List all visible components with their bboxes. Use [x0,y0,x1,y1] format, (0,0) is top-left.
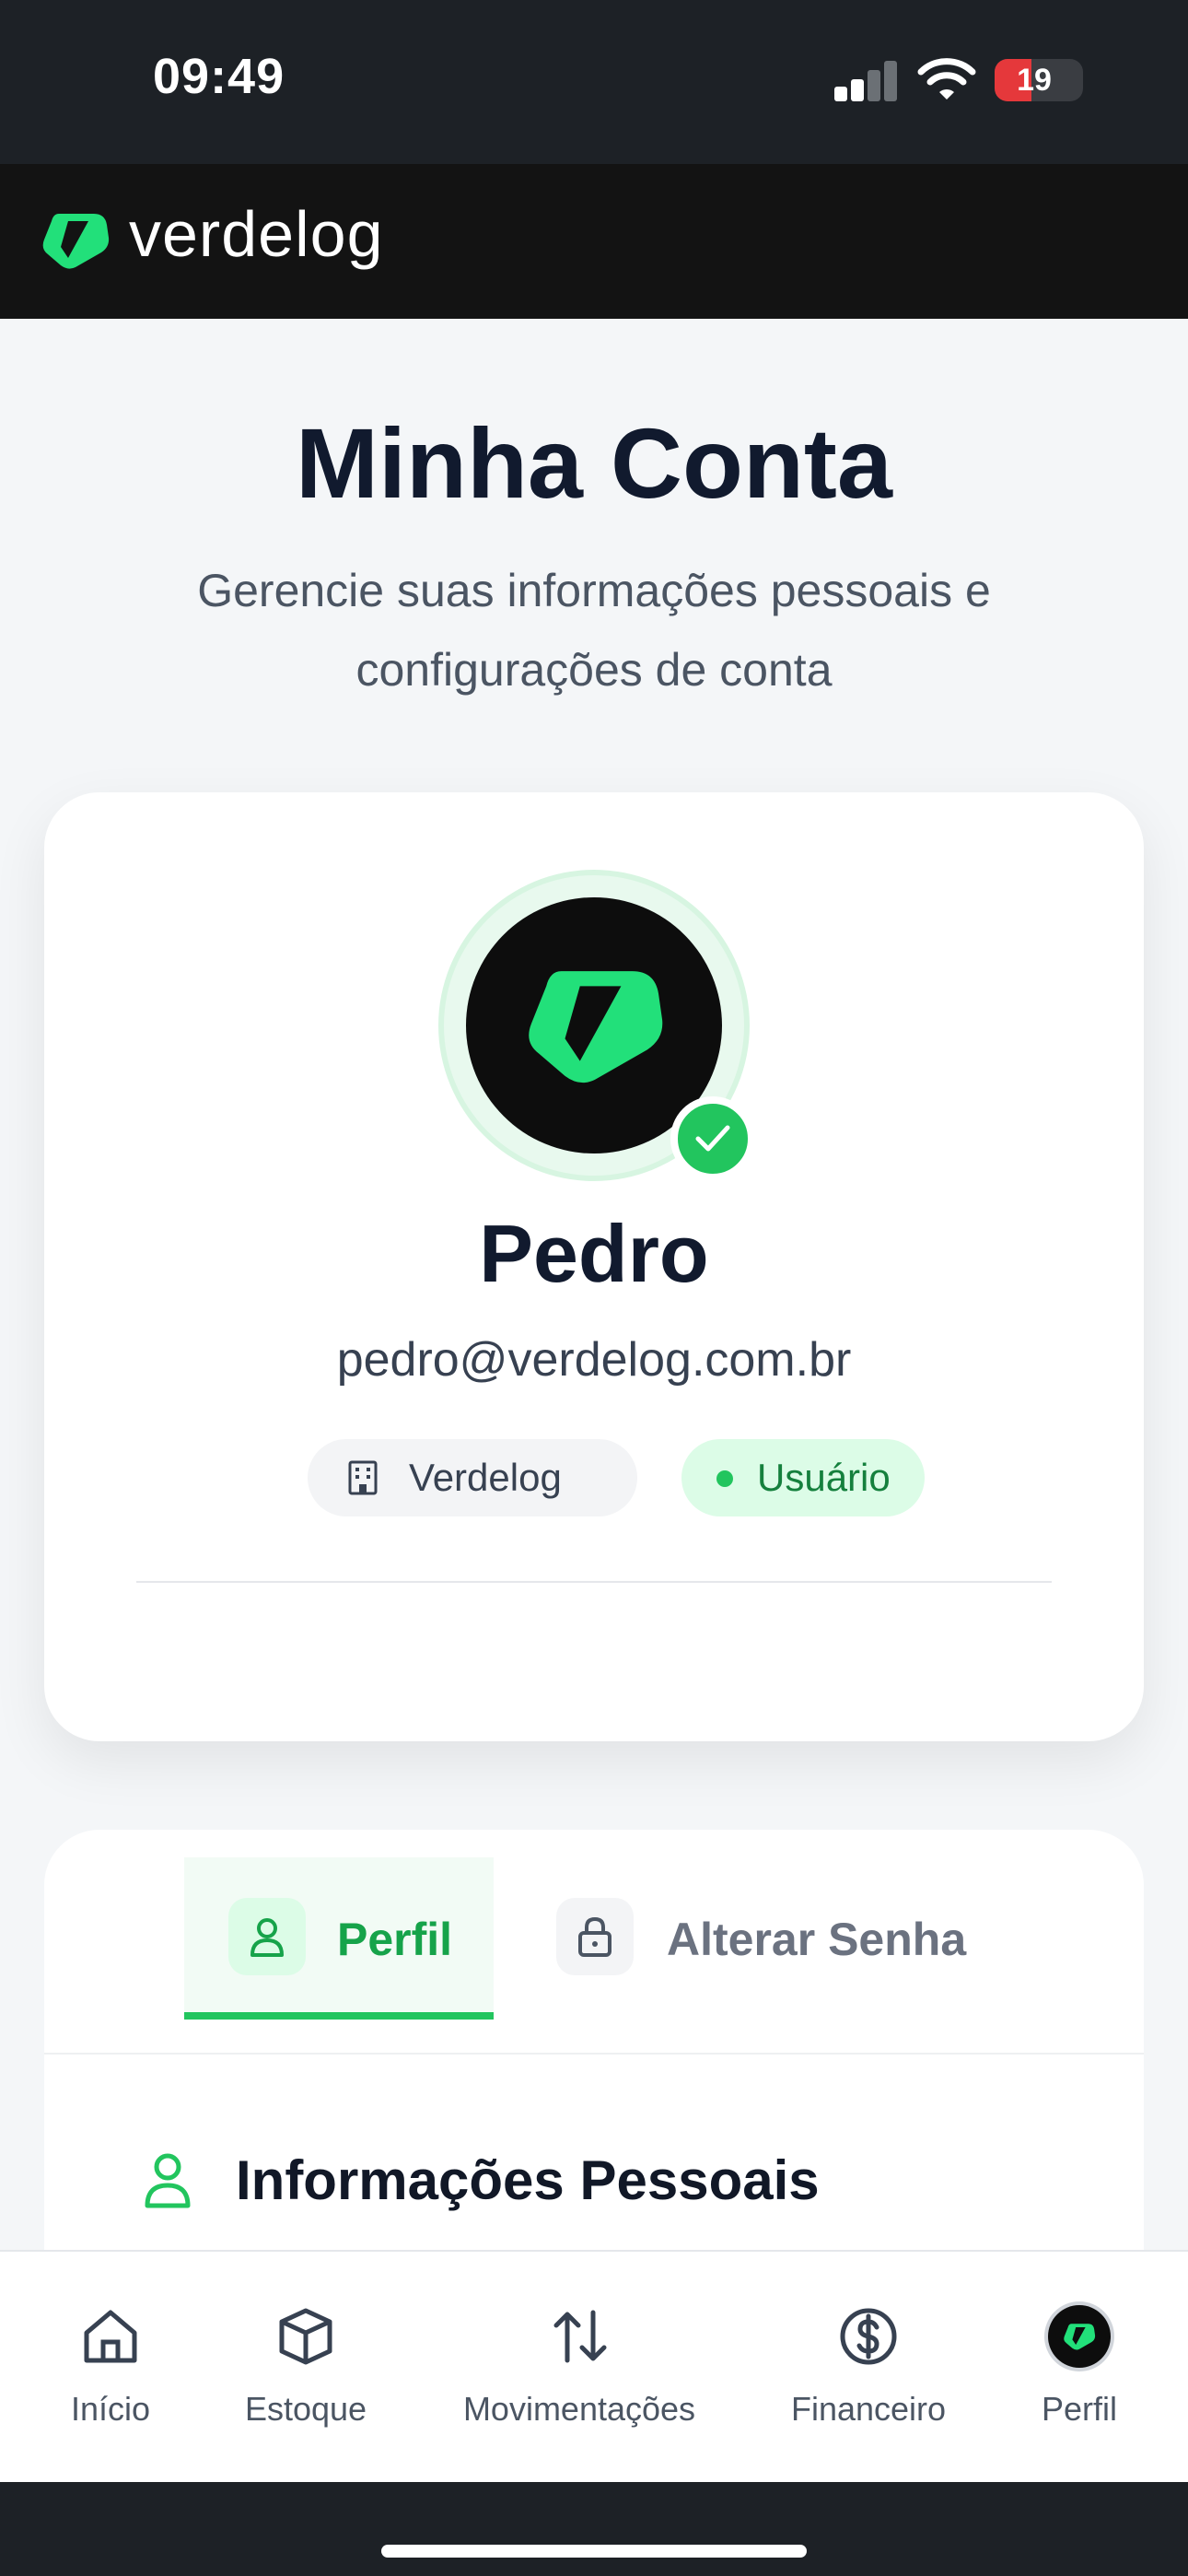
home-indicator[interactable] [381,2545,807,2558]
user-icon [250,1918,284,1957]
tab-label: Alterar Senha [667,1914,967,1965]
nav-item-finance[interactable]: Financeiro [788,2305,949,2443]
battery-icon: 19 [995,59,1083,101]
status-bar: 09:49 19 [0,0,1188,164]
home-indicator-area [0,2482,1188,2576]
lock-icon [578,1916,611,1957]
nav-item-stock[interactable]: Estoque [232,2305,379,2443]
nav-item-home[interactable]: Início [53,2305,168,2443]
verdelog-logo-icon [1064,2324,1096,2350]
profile-card: Pedro pedro@verdelog.com.br Verdelog Usu… [44,792,1144,1741]
profile-email: pedro@verdelog.com.br [336,1333,852,1387]
avatar-icon [1048,2305,1111,2368]
dollar-icon [840,2308,897,2365]
verdelog-logo-icon [529,971,663,1083]
app-header: verdelog [0,164,1188,319]
nav-item-movements[interactable]: Movimentações [457,2305,702,2443]
status-time: 09:49 [153,49,285,104]
home-icon [84,2310,137,2363]
building-icon [348,1460,378,1495]
role-badge: Usuário [681,1439,925,1516]
company-badge: Verdelog [308,1439,637,1516]
check-icon [695,1125,730,1152]
arrows-updown-icon [553,2310,607,2363]
tab-profile[interactable]: Perfil [184,1857,494,2020]
bottom-nav: Início Estoque Movimentações Financeiro … [0,2250,1188,2482]
wifi-icon [917,58,976,100]
profile-name: Pedro [479,1208,709,1299]
section-title: Informações Pessoais [236,2149,820,2211]
battery-level: 19 [1017,63,1052,98]
page-title: Minha Conta [296,407,892,519]
box-icon [279,2308,332,2365]
verified-badge [670,1096,755,1181]
verdelog-logo-icon[interactable] [41,210,111,271]
status-dot [716,1470,733,1487]
user-icon [145,2153,191,2208]
divider [44,2053,1144,2055]
signal-icon [834,61,899,101]
divider [136,1581,1052,1583]
page-subtitle: Gerencie suas informações pessoais e con… [197,565,991,696]
tab-label: Perfil [337,1914,453,1965]
role-label: Usuário [757,1456,891,1499]
brand-name: verdelog [129,198,384,270]
tab-change-password[interactable]: Alterar Senha [556,1857,1054,2020]
nav-item-profile[interactable]: Perfil [1033,2305,1125,2443]
company-name: Verdelog [409,1456,562,1499]
